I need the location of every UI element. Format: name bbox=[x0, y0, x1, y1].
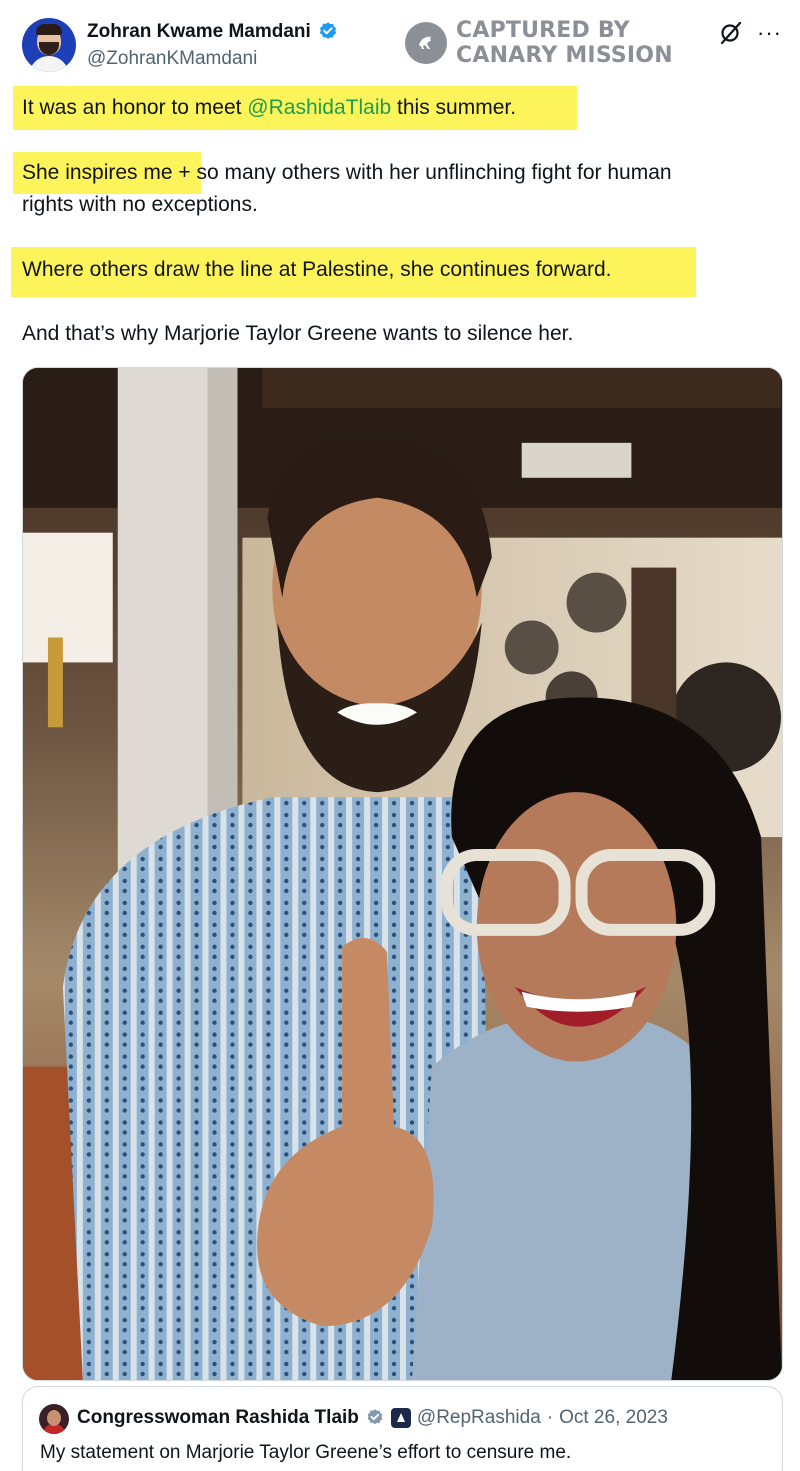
quoted-tweet-date[interactable]: Oct 26, 2023 bbox=[559, 1407, 668, 1429]
quoted-tweet[interactable]: Congresswoman Rashida Tlaib @RepRashida … bbox=[22, 1386, 783, 1471]
author-name-row[interactable]: Zohran Kwame Mamdani bbox=[87, 21, 339, 43]
verified-gray-badge-icon bbox=[367, 1409, 383, 1425]
photo-illustration bbox=[23, 368, 782, 1380]
separator-dot: · bbox=[546, 1407, 554, 1428]
author-display-name[interactable]: Zohran Kwame Mamdani bbox=[87, 21, 311, 43]
watermark-line-1: CAPTURED BY bbox=[456, 18, 630, 43]
tweet-text-line-5: And that’s why Marjorie Taylor Greene wa… bbox=[22, 322, 574, 345]
tweet-text-line-3: rights with no exceptions. bbox=[22, 193, 258, 216]
author-handle[interactable]: @ZohranKMamdani bbox=[87, 48, 257, 70]
tweet-text-line-2: She inspires me + so many others with he… bbox=[22, 157, 672, 189]
canary-mission-watermark: CAPTURED BY CANARY MISSION bbox=[405, 18, 673, 68]
tweet-text-segment: It was an honor to meet bbox=[22, 96, 248, 119]
tweet-text-segment: this summer. bbox=[391, 96, 517, 119]
more-options-icon[interactable]: ··· bbox=[757, 21, 782, 45]
watermark-line-2: CANARY MISSION bbox=[456, 43, 673, 68]
tweet-photo[interactable] bbox=[22, 367, 783, 1381]
quoted-author-handle[interactable]: @RepRashida bbox=[417, 1407, 541, 1429]
quoted-author-avatar[interactable] bbox=[39, 1404, 69, 1434]
tweet-text-line-4: Where others draw the line at Palestine,… bbox=[22, 258, 612, 281]
verified-badge-icon bbox=[319, 22, 336, 39]
author-avatar[interactable] bbox=[22, 18, 76, 72]
tweet-text-highlight: She inspires me + bbox=[22, 161, 191, 184]
quoted-tweet-text: My statement on Marjorie Taylor Greene’s… bbox=[40, 1442, 572, 1463]
tweet-text-line-1: It was an honor to meet @RashidaTlaib th… bbox=[22, 92, 516, 124]
canary-logo-icon bbox=[405, 22, 447, 64]
government-affiliation-icon bbox=[390, 1408, 411, 1428]
quoted-author-name[interactable]: Congresswoman Rashida Tlaib bbox=[77, 1407, 359, 1429]
tweet-text-segment: so many others with her unflinching figh… bbox=[190, 161, 672, 184]
grok-icon[interactable] bbox=[719, 20, 743, 46]
mention-link-rashidatlaib[interactable]: @RashidaTlaib bbox=[247, 96, 391, 119]
